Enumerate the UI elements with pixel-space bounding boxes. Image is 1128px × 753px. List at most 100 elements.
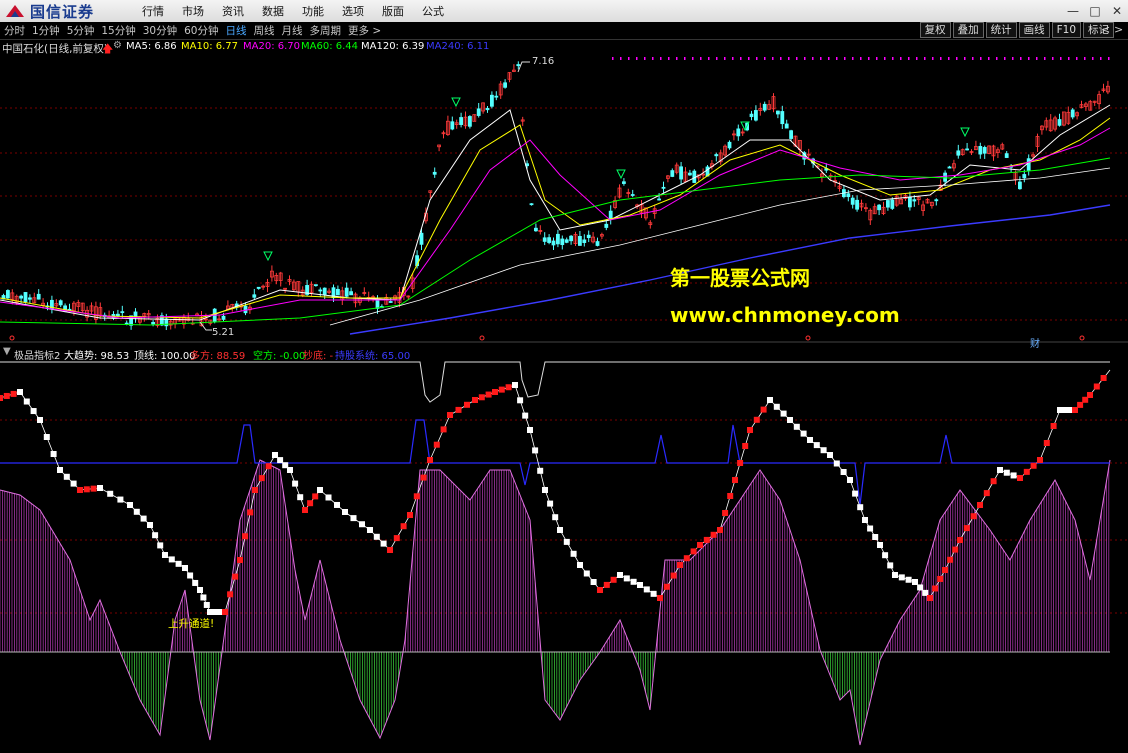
menu-quotes[interactable]: 行情 — [142, 3, 164, 19]
trend-block — [478, 394, 485, 401]
candle-body — [534, 227, 538, 232]
top-dot — [748, 57, 750, 60]
menu-market[interactable]: 市场 — [182, 3, 204, 19]
settings-gear-icon[interactable]: ⚙ — [113, 40, 122, 51]
trend-block — [717, 527, 723, 533]
trend-block — [242, 533, 249, 540]
trend-block — [563, 538, 570, 545]
scroll-left-arrow[interactable]: < — [1101, 23, 1110, 36]
high-pointer — [517, 61, 530, 73]
candle-body — [912, 199, 917, 202]
trend-block — [187, 572, 194, 579]
trend-block — [813, 442, 820, 449]
ma240-label: MA240: 6.11 — [426, 41, 490, 52]
tab-60min[interactable]: 60分钟 — [184, 23, 218, 38]
menu-formula[interactable]: 公式 — [422, 3, 444, 19]
top-dot — [1036, 57, 1038, 60]
bottom-fish-label: 抄底: - — [303, 351, 334, 362]
period-tabs: 分时 1分钟 5分钟 15分钟 30分钟 60分钟 日线 周线 月线 多周期 更… — [4, 23, 388, 38]
top-dot — [980, 57, 982, 60]
trend-block — [683, 555, 690, 562]
top-dot — [1060, 57, 1062, 60]
tab-weekly[interactable]: 周线 — [254, 23, 275, 38]
tab-5min[interactable]: 5分钟 — [67, 23, 95, 38]
tab-daily[interactable]: 日线 — [226, 23, 247, 38]
candle-body — [1018, 181, 1022, 190]
trend-block — [440, 426, 447, 433]
tab-30min[interactable]: 30分钟 — [143, 23, 177, 38]
close-icon[interactable]: ✕ — [1106, 0, 1128, 21]
trend-block — [427, 457, 433, 463]
trend-block — [420, 474, 427, 481]
trend-block — [552, 514, 559, 521]
candle-body — [956, 150, 961, 156]
trend-block — [23, 398, 30, 405]
tab-more[interactable]: 更多 > — [348, 23, 381, 38]
tab-intraday[interactable]: 分时 — [4, 23, 25, 38]
trend-block — [760, 406, 767, 413]
tab-monthly[interactable]: 月线 — [282, 23, 303, 38]
ma10-label: MA10: 6.77 — [181, 41, 239, 52]
candle-body — [344, 287, 349, 297]
minimize-icon[interactable]: — — [1062, 0, 1084, 21]
trend-block — [147, 522, 153, 528]
trend-block — [373, 533, 380, 540]
f10-button[interactable]: F10 — [1051, 22, 1081, 38]
trend-block — [937, 575, 944, 582]
trend-block — [492, 389, 498, 395]
chart-canvas[interactable] — [0, 39, 1128, 753]
statistics-button[interactable]: 统计 — [985, 22, 1017, 38]
trend-block — [847, 477, 853, 483]
maximize-icon[interactable]: □ — [1084, 0, 1106, 21]
trend-block — [977, 502, 983, 508]
trend-block — [455, 406, 462, 413]
trend-block — [767, 397, 773, 403]
candle-body — [529, 203, 534, 206]
trend-block — [990, 478, 997, 485]
menu-layout[interactable]: 版面 — [382, 3, 404, 19]
candle-body — [450, 121, 455, 130]
tab-multi-period[interactable]: 多周期 — [310, 23, 342, 38]
menu-functions[interactable]: 功能 — [302, 3, 324, 19]
menu-data[interactable]: 数据 — [262, 3, 284, 19]
candle-body — [1022, 174, 1027, 179]
menu-options[interactable]: 选项 — [342, 3, 364, 19]
top-dot — [1012, 57, 1014, 60]
trend-block — [872, 534, 879, 540]
candle-body — [419, 232, 424, 245]
indicator-menu-icon[interactable]: ▼ — [3, 346, 11, 357]
candle-body — [27, 297, 32, 300]
trend-label: 大趋势: 98.53 — [64, 351, 130, 362]
up-arrow-icon: 🡅 — [102, 42, 114, 55]
uptrend-channel-annotation: 上升通道! — [168, 618, 215, 630]
trend-block — [517, 397, 524, 404]
draw-line-button[interactable]: 画线 — [1018, 22, 1050, 38]
trend-block — [833, 460, 840, 467]
scroll-right-arrow[interactable]: > — [1114, 23, 1123, 36]
tab-1min[interactable]: 1分钟 — [32, 23, 60, 38]
trend-block — [610, 576, 617, 583]
candle-body — [503, 82, 508, 88]
top-dot — [884, 57, 886, 60]
trend-block — [107, 490, 114, 497]
candle-body — [313, 284, 318, 287]
trend-block — [887, 562, 894, 569]
top-dot — [892, 57, 894, 60]
adjust-button[interactable]: 复权 — [919, 22, 951, 38]
candle-body — [1004, 153, 1009, 158]
menu-news[interactable]: 资讯 — [222, 3, 244, 19]
trend-block — [387, 547, 393, 553]
top-dot — [1108, 57, 1110, 60]
stock-title: 中国石化(日线,前复权) — [2, 43, 109, 55]
top-dot — [772, 57, 774, 60]
trend-block — [800, 430, 807, 437]
tab-15min[interactable]: 15分钟 — [101, 23, 135, 38]
candle-body — [322, 287, 327, 295]
high-price-label: 7.16 — [532, 56, 555, 67]
trend-block — [677, 562, 683, 568]
trend-block — [722, 510, 729, 516]
trend-block — [50, 451, 57, 457]
overlay-button[interactable]: 叠加 — [952, 22, 984, 38]
top-dot — [924, 57, 926, 60]
candle-body — [23, 292, 28, 303]
